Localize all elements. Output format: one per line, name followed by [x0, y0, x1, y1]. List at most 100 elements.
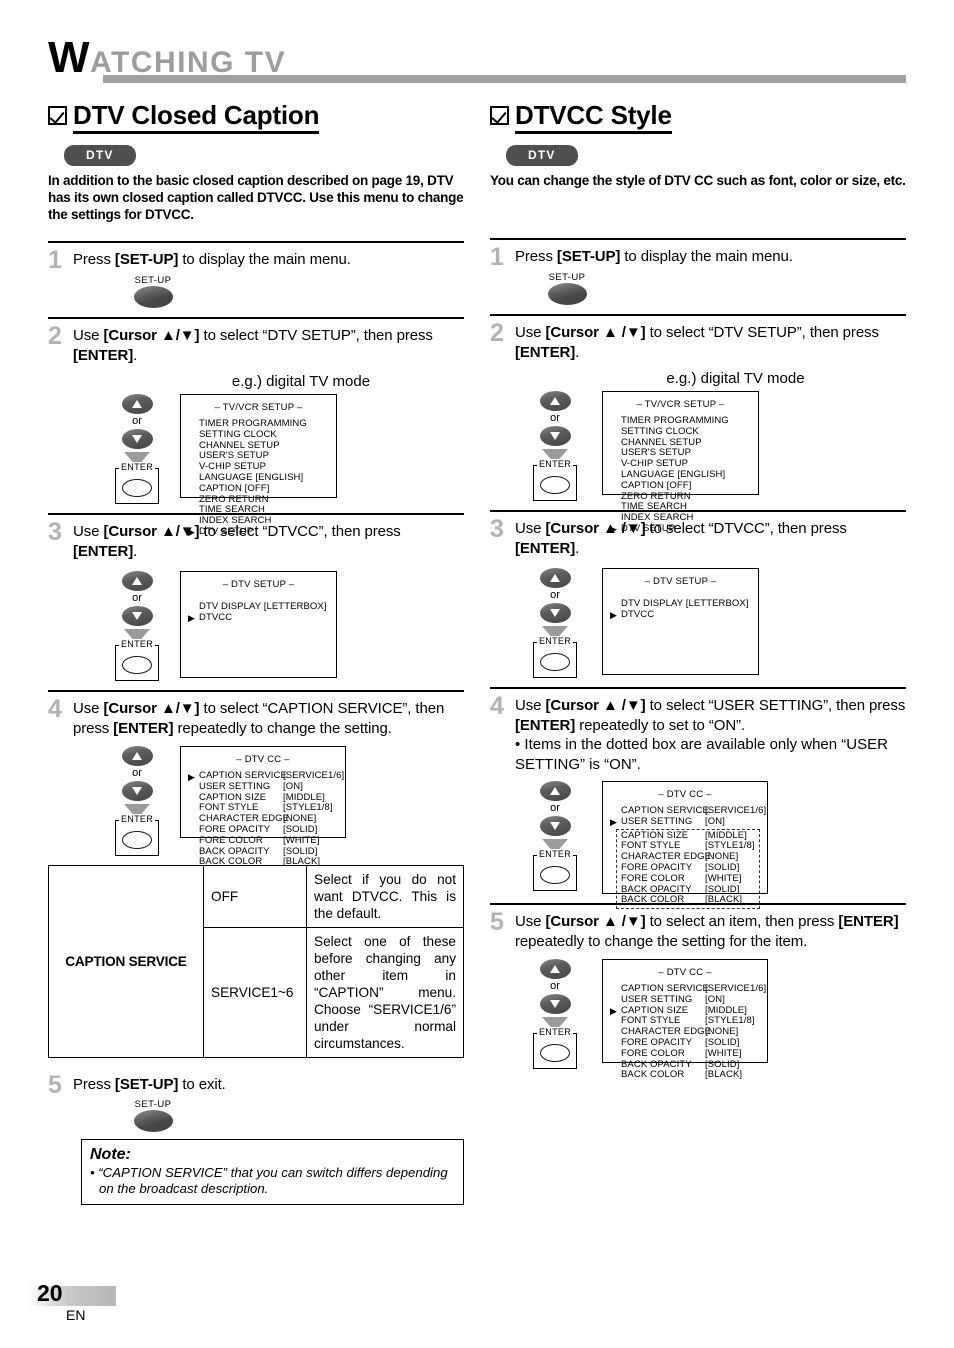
osd-menu-item[interactable]: FORE COLOR [WHITE]	[621, 1048, 767, 1060]
enter-button-oval[interactable]	[540, 652, 570, 671]
osd-item-label: CAPTION [OFF]	[199, 482, 270, 494]
enter-button-icon[interactable]: ENTER	[533, 459, 577, 501]
setup-button-icon[interactable]	[547, 283, 587, 305]
enter-button-oval[interactable]	[122, 830, 152, 849]
enter-button-icon[interactable]: ENTER	[533, 849, 577, 891]
page-title-initial: W	[48, 33, 91, 82]
cursor-enter-button-group[interactable]: or ENTER	[108, 746, 166, 856]
cursor-up-button-icon[interactable]	[539, 568, 571, 588]
cursor-pointer-icon: ▶	[610, 610, 618, 621]
table-cell-description: Select if you do not want DTVCC. This is…	[306, 865, 464, 928]
cursor-down-button-icon[interactable]	[121, 781, 153, 801]
or-label: or	[550, 589, 560, 601]
cursor-enter-button-group[interactable]: or ENTER	[108, 394, 166, 504]
osd-menu-item[interactable]: ▶ DTVCC	[188, 612, 336, 624]
cursor-enter-button-group[interactable]: or ENTER	[526, 568, 584, 678]
header-rule	[103, 75, 906, 83]
cursor-down-button-icon[interactable]	[539, 426, 571, 446]
enter-button-icon[interactable]: ENTER	[115, 462, 159, 504]
language-code: EN	[66, 1307, 86, 1323]
example-label: e.g.) digital TV mode	[666, 370, 805, 387]
osd-dtv-cc-menu-item-select: – DTV CC – CAPTION SERVICE [SERVICE1/6] US…	[602, 959, 768, 1080]
step-instruction: Press [SET-UP] to exit.	[73, 1076, 226, 1093]
osd-item-label: BACK COLOR	[621, 1069, 685, 1081]
setup-button-group[interactable]: SET-UP	[124, 275, 182, 308]
cursor-enter-button-group[interactable]: or ENTER	[526, 959, 584, 1069]
osd-menu-item[interactable]: USER SETTING [ON]	[621, 994, 767, 1006]
note-item: • “CAPTION SERVICE” that you can switch …	[90, 1165, 448, 1196]
step-number: 1	[490, 243, 504, 271]
step-instruction: Use [Cursor ▲/▼] to select “CAPTION SERV…	[73, 700, 445, 737]
cursor-enter-button-group[interactable]: or ENTER	[526, 391, 584, 501]
cursor-up-button-icon[interactable]	[539, 391, 571, 411]
osd-tv-vcr-setup-menu: – TV/VCR SETUP – TIMER PROGRAMMING SETTIN…	[180, 394, 337, 537]
setup-button-label: SET-UP	[548, 272, 586, 283]
setup-button-group[interactable]: SET-UP	[124, 1099, 182, 1132]
or-label: or	[132, 767, 142, 779]
cursor-up-button-icon[interactable]	[121, 571, 153, 591]
osd-item-value: [BLACK]	[705, 1069, 743, 1081]
setup-button-label: SET-UP	[134, 1099, 172, 1110]
osd-tv-vcr-setup-menu: – TV/VCR SETUP – TIMER PROGRAMMING SETTIN…	[602, 391, 759, 534]
step-number: 4	[490, 692, 504, 720]
enter-button-label: ENTER	[118, 639, 156, 649]
enter-button-oval[interactable]	[540, 1043, 570, 1062]
example-label: e.g.) digital TV mode	[231, 373, 371, 390]
left-column: DTV Closed Caption DTV In addition to th…	[48, 100, 464, 1205]
note-box: Note: • “CAPTION SERVICE” that you can s…	[81, 1139, 464, 1205]
step-number: 2	[48, 322, 62, 350]
enter-button-oval[interactable]	[122, 655, 152, 674]
osd-menu-item[interactable]: USER SETTING [ON]	[199, 781, 345, 793]
osd-menu-item[interactable]: CAPTION [OFF]	[199, 482, 336, 495]
osd-menu-item[interactable]: SETTING CLOCK	[199, 429, 336, 441]
osd-menu-item[interactable]: ▶ DTVCC	[610, 608, 758, 621]
cursor-up-button-icon[interactable]	[539, 781, 571, 801]
cursor-down-button-icon[interactable]	[121, 429, 153, 449]
enter-button-icon[interactable]: ENTER	[115, 639, 159, 681]
osd-item-list: CAPTION SERVICE [SERVICE1/6] ▶ USER SETTING…	[603, 805, 767, 828]
osd-item-label: DTVCC	[621, 608, 655, 620]
setup-button-icon[interactable]	[133, 1110, 173, 1132]
table-row: CAPTION SERVICE OFF Select if you do not…	[48, 865, 464, 1058]
cursor-enter-button-group[interactable]: or ENTER	[526, 781, 584, 891]
cursor-enter-button-group[interactable]: or ENTER	[108, 571, 166, 681]
enter-button-icon[interactable]: ENTER	[115, 814, 159, 856]
enter-button-oval[interactable]	[122, 478, 152, 497]
osd-item-label: BACK COLOR	[199, 856, 263, 868]
osd-menu-item[interactable]: BACK COLOR [BLACK]	[621, 1070, 767, 1081]
step-instruction: Press [SET-UP] to display the main menu.	[73, 251, 351, 268]
setup-button-icon[interactable]	[133, 286, 173, 308]
enter-button-oval[interactable]	[540, 475, 570, 494]
step-instruction: Use [Cursor ▲/▼] to select “DTV SETUP”, …	[73, 327, 433, 364]
osd-dtv-cc-menu-user-setting: – DTV CC – CAPTION SERVICE [SERVICE1/6] ▶ U…	[602, 781, 768, 910]
osd-menu-item[interactable]: SETTING CLOCK	[621, 426, 758, 438]
cursor-up-button-icon[interactable]	[121, 394, 153, 414]
osd-title: – TV/VCR SETUP –	[636, 399, 725, 410]
cursor-down-button-icon[interactable]	[539, 816, 571, 836]
cursor-pointer-icon: ▶	[188, 613, 196, 624]
cursor-up-button-icon[interactable]	[121, 746, 153, 766]
cursor-up-button-icon[interactable]	[539, 959, 571, 979]
right-section-title: DTVCC Style	[515, 100, 672, 134]
osd-item-list: DTV DISPLAY [LETTERBOX] ▶ DTVCC	[181, 596, 336, 624]
osd-menu-item[interactable]: BACK COLOR [BLACK]	[199, 857, 345, 868]
osd-menu-item[interactable]: FORE COLOR [WHITE]	[621, 873, 755, 885]
left-step-2: 2 Use [Cursor ▲/▼] to select “DTV SETUP”…	[48, 317, 464, 537]
cursor-pointer-icon: ▶	[610, 817, 618, 828]
checkbox-checked-icon	[48, 106, 67, 125]
right-step-1: 1 Press [SET-UP] to display the main men…	[490, 238, 906, 305]
enter-button-icon[interactable]: ENTER	[533, 1027, 577, 1069]
osd-menu-item[interactable]: ▶ USER SETTING [ON]	[610, 816, 767, 828]
cursor-down-button-icon[interactable]	[121, 606, 153, 626]
cursor-down-button-icon[interactable]	[539, 994, 571, 1014]
step-instruction: Use [Cursor ▲/▼] to select “DTVCC”, then…	[73, 523, 401, 560]
cursor-down-button-icon[interactable]	[539, 603, 571, 623]
enter-button-oval[interactable]	[540, 865, 570, 884]
osd-menu-item[interactable]: CAPTION [OFF]	[621, 480, 758, 492]
or-label: or	[132, 592, 142, 604]
osd-menu-item[interactable]: FORE COLOR [WHITE]	[199, 835, 345, 847]
table-cell-value: OFF	[203, 865, 307, 928]
setup-button-group[interactable]: SET-UP	[538, 272, 596, 305]
cursor-pointer-icon: ▶	[610, 1006, 618, 1017]
enter-button-icon[interactable]: ENTER	[533, 636, 577, 678]
